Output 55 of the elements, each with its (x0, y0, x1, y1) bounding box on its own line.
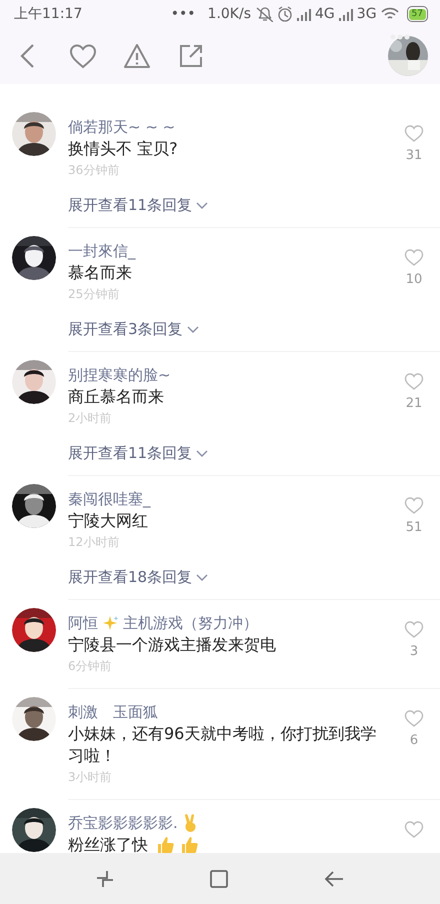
user-name: 秦闯很哇塞_ (68, 489, 150, 510)
like-icon[interactable] (404, 372, 424, 390)
like-count: 6 (408, 732, 420, 750)
user-name: 刺激 玉面狐 (68, 702, 158, 723)
expand-replies-link[interactable]: 展开查看11条回复 (68, 193, 208, 217)
like-icon[interactable] (404, 820, 424, 838)
battery-icon: 57 (406, 6, 428, 22)
chevron-down-icon (196, 450, 208, 456)
mute-icon (255, 6, 274, 22)
like-count: 21 (404, 395, 424, 413)
chevron-down-icon (186, 326, 199, 332)
like-icon[interactable] (404, 248, 424, 266)
like-count: 10 (404, 271, 424, 289)
like-count: 51 (404, 519, 424, 537)
expand-replies-link[interactable]: 展开查看18条回复 (68, 565, 208, 589)
chevron-down-icon (196, 574, 208, 580)
home-icon[interactable] (209, 868, 229, 888)
like-icon[interactable] (404, 124, 424, 142)
user-name: 别捏寒寒的脸~ (68, 365, 171, 386)
thumbs-up-icon (180, 835, 200, 853)
more-indicator: ••• (170, 4, 196, 24)
clock-time: 上午11:17 (14, 4, 82, 24)
comment-text: 小妹妹，还有96天就中考啦，你打扰到我学习啦！ (68, 723, 378, 767)
wifi-icon (380, 7, 399, 21)
user-name: 阿恒 (68, 613, 98, 634)
alarm-icon (277, 6, 294, 22)
expand-replies-link[interactable]: 展开查看3条回复 (68, 317, 199, 341)
network-type: 4G (315, 4, 335, 24)
comment-text: 换情头不 宝贝? (68, 138, 179, 160)
sparkle-icon (102, 615, 119, 631)
user-name: 倘若那天~ ~ ~ (68, 117, 176, 138)
like-icon[interactable] (404, 496, 424, 514)
like-count: 31 (404, 147, 424, 165)
back-icon[interactable] (323, 868, 345, 888)
dots-icon (390, 34, 410, 40)
comment-text: 粉丝涨了快 (68, 834, 149, 853)
recent-apps-icon[interactable] (95, 868, 115, 888)
like-icon[interactable] (404, 620, 424, 638)
signal-icon (297, 8, 312, 20)
like-icon[interactable] (404, 709, 424, 727)
comment-text: 宁陵县一个游戏主播发来贺电 (68, 634, 277, 656)
expand-replies-link[interactable]: 展开查看11条回复 (68, 441, 208, 465)
like-count: 3 (408, 643, 420, 661)
chevron-down-icon (196, 202, 208, 208)
user-tag: 主机游戏（努力冲） (123, 612, 258, 634)
user-name: 乔宝影影影影影. (68, 813, 178, 834)
network-type: 3G (356, 4, 377, 24)
comment-text: 宁陵大网红 (68, 510, 149, 532)
user-name: 一封來信_ (68, 241, 136, 262)
thumbs-up-icon (156, 835, 176, 853)
comment-text: 慕名而来 (68, 262, 133, 284)
signal-icon (338, 8, 353, 20)
warning-icon[interactable] (122, 41, 152, 71)
comment-text: 商丘慕名而来 (68, 386, 165, 408)
network-speed: 1.0K/s (208, 4, 252, 24)
